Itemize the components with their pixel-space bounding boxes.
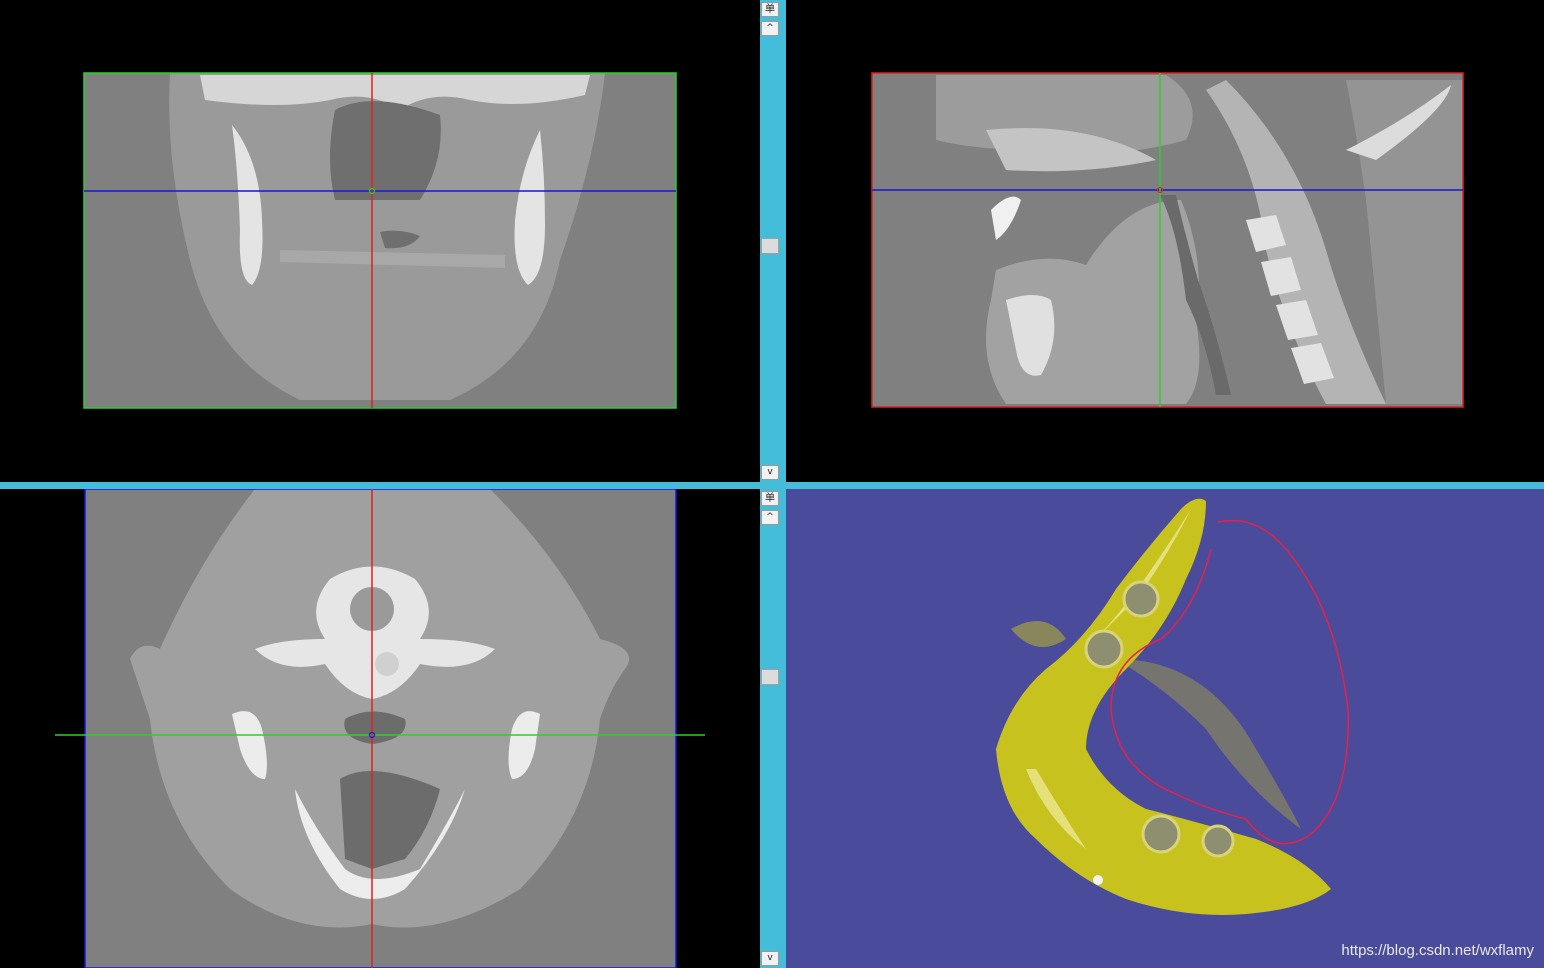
bottom-scroll-thumb[interactable]: [761, 669, 779, 685]
top-scroll-thumb[interactable]: [761, 238, 779, 254]
top-scroll-down-button[interactable]: v: [761, 465, 779, 480]
view-separator: [0, 482, 1544, 489]
sagittal-view[interactable]: [786, 0, 1544, 482]
sagittal-slice[interactable]: [786, 0, 1544, 482]
bottom-scrollbar[interactable]: 单 ^ v: [760, 489, 780, 968]
top-scrollbar[interactable]: 单 ^ v: [760, 0, 780, 482]
bottom-scroll-down-button[interactable]: v: [761, 951, 779, 966]
render-3d-view[interactable]: https://blog.csdn.net/wxflamy: [786, 489, 1544, 968]
top-scroll-up-button[interactable]: ^: [761, 21, 779, 36]
axial-slice[interactable]: [0, 489, 760, 968]
coronal-view[interactable]: [0, 0, 760, 482]
bottom-scroll-up-button[interactable]: ^: [761, 510, 779, 525]
watermark-text: https://blog.csdn.net/wxflamy: [1341, 942, 1534, 959]
axial-view[interactable]: [0, 489, 760, 968]
top-mode-button[interactable]: 单: [761, 2, 779, 17]
mandible-3d-model[interactable]: [786, 489, 1544, 968]
bottom-mode-button[interactable]: 单: [761, 491, 779, 506]
coronal-slice[interactable]: [0, 0, 760, 482]
